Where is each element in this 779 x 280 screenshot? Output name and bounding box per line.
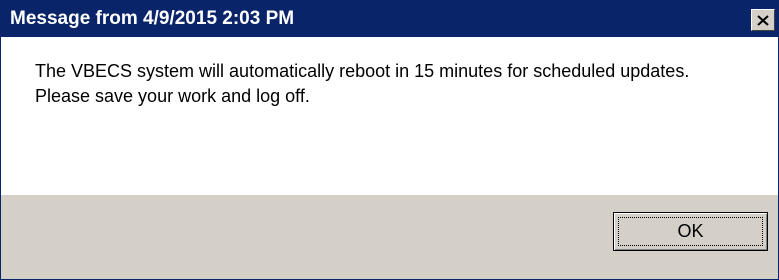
- title-bar[interactable]: Message from 4/9/2015 2:03 PM: [1, 1, 778, 37]
- window-title: Message from 4/9/2015 2:03 PM: [10, 8, 295, 29]
- button-bar: OK: [1, 195, 778, 279]
- message-text: The VBECS system will automatically rebo…: [35, 61, 690, 106]
- message-dialog: Message from 4/9/2015 2:03 PM The VBECS …: [0, 0, 779, 280]
- ok-button[interactable]: OK: [613, 212, 768, 251]
- close-button[interactable]: [751, 9, 775, 31]
- close-icon: [757, 14, 769, 26]
- ok-button-label: OK: [618, 217, 763, 246]
